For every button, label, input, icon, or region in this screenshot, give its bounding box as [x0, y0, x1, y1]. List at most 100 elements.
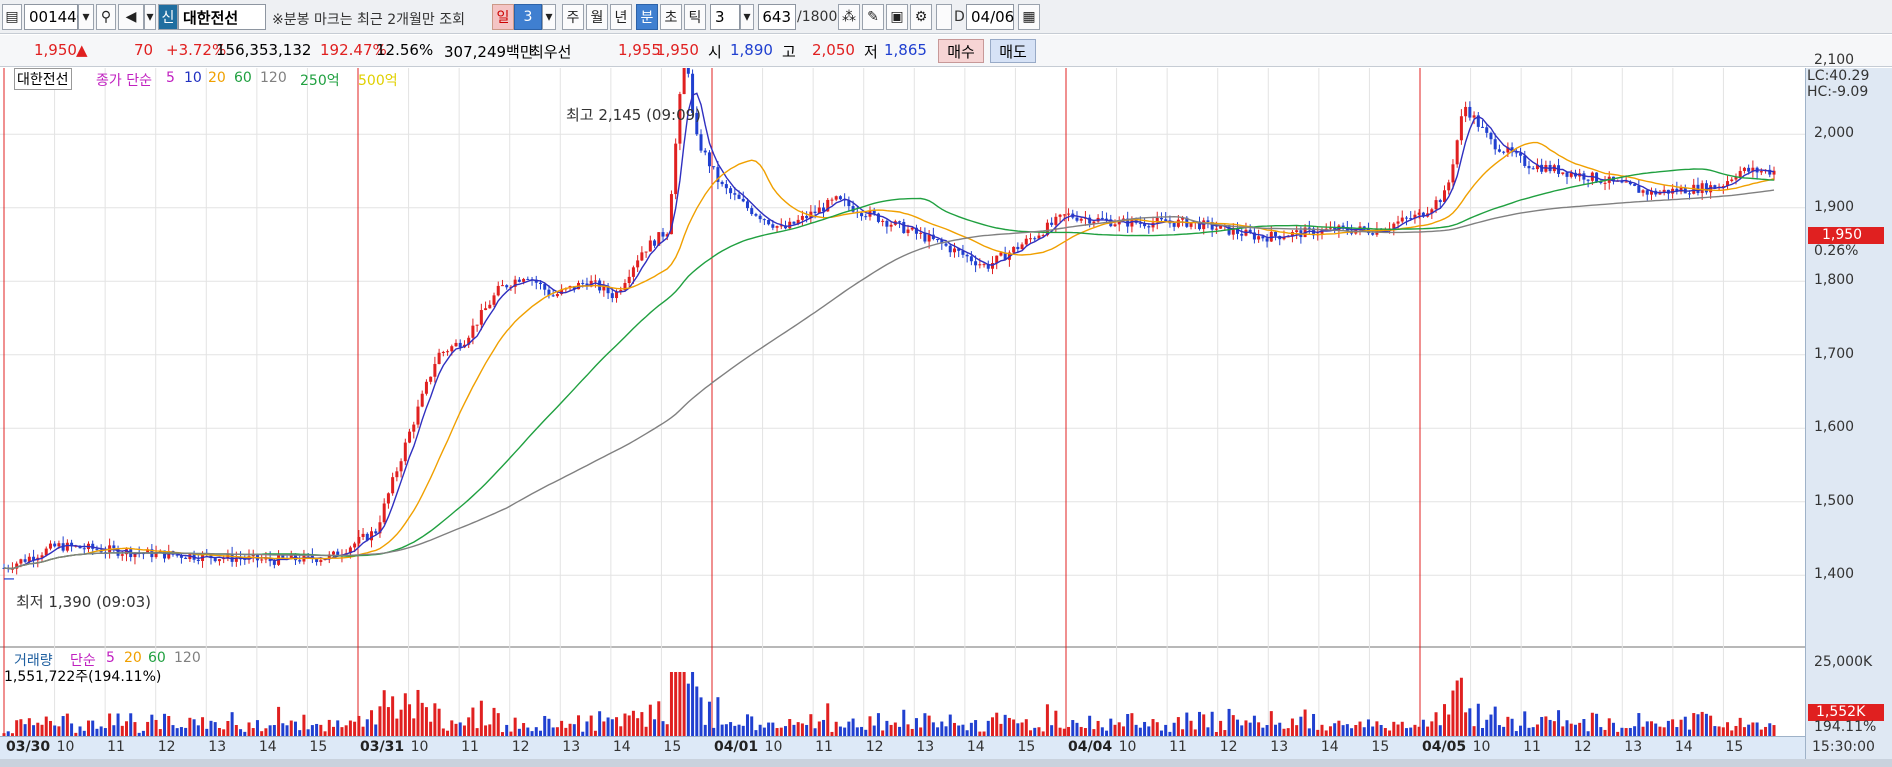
volume-bar — [1633, 726, 1637, 736]
x-tick-label: 14 — [258, 739, 277, 755]
volume-bar — [150, 714, 154, 736]
price-tag: 1,950 — [1808, 227, 1884, 244]
sound-icon[interactable]: ◀ — [118, 4, 144, 30]
volume-bar — [910, 728, 914, 736]
candle — [581, 282, 585, 284]
volume-bar — [1666, 720, 1670, 736]
volume-bar — [974, 720, 978, 736]
candle — [1307, 227, 1311, 229]
tab-year[interactable]: 년 — [610, 4, 632, 30]
volume-bar — [640, 712, 644, 736]
candle — [500, 285, 504, 287]
volume-bar — [1451, 690, 1455, 736]
volume-bar — [1113, 724, 1117, 736]
chevron-down-icon[interactable]: ▾ — [542, 4, 556, 30]
candle — [754, 214, 758, 216]
tab-second[interactable]: 초 — [660, 4, 682, 30]
volume-bar — [843, 727, 847, 736]
volume-bar — [1320, 724, 1324, 736]
candle — [1012, 246, 1016, 253]
count-input[interactable]: 643 — [758, 4, 796, 30]
stock-code-input[interactable]: 001440 — [24, 4, 86, 30]
x-tick-label: 11 — [815, 739, 833, 755]
checkbox[interactable] — [936, 4, 952, 30]
volume-bar — [1413, 724, 1417, 736]
indicator-icon[interactable]: ⁂ — [838, 4, 860, 30]
date-input[interactable]: 04/06 — [966, 4, 1014, 30]
candle — [674, 143, 678, 195]
tab-minute[interactable]: 분 — [636, 4, 658, 30]
candle — [353, 543, 357, 548]
candle — [184, 557, 188, 560]
volume-bar — [923, 713, 927, 736]
horizontal-scrollbar[interactable] — [0, 759, 1892, 767]
volume-bar — [222, 729, 226, 736]
volume-bar — [695, 686, 699, 736]
volume-bar — [1768, 723, 1772, 736]
buy-button[interactable]: 매수 — [938, 39, 984, 63]
candle — [1206, 220, 1210, 222]
candle — [1531, 168, 1535, 170]
price-chart[interactable] — [0, 68, 1892, 767]
candle — [1176, 219, 1180, 227]
tab-month[interactable]: 월 — [586, 4, 608, 30]
open-value: 1,890 — [730, 41, 773, 59]
sell-button[interactable]: 매도 — [990, 39, 1036, 63]
volume-bar — [631, 710, 635, 736]
volume-bar — [1544, 716, 1548, 736]
low-annotation: 최저 1,390 (09:03) — [16, 593, 152, 611]
volume-bar — [860, 726, 864, 736]
candle — [741, 198, 745, 202]
volume-bar — [1464, 712, 1468, 736]
search-icon[interactable]: ⚲ — [96, 4, 116, 30]
volume-bar — [999, 723, 1003, 736]
candle — [1489, 132, 1493, 140]
volume-bar — [1236, 719, 1240, 736]
save-icon[interactable]: ▣ — [886, 4, 908, 30]
candle — [1645, 190, 1649, 195]
best-bid: 1,950 — [656, 41, 699, 59]
volume-bar — [615, 717, 619, 736]
count-max: /1800 — [797, 9, 838, 25]
volume-bar — [855, 727, 859, 736]
candle — [475, 324, 479, 326]
volume-bar — [496, 713, 500, 736]
volume-bar — [691, 672, 695, 736]
candle — [1054, 216, 1058, 225]
volume-bar — [1109, 718, 1113, 736]
volume-bar — [610, 719, 614, 736]
chevron-down-icon[interactable]: ▾ — [740, 4, 754, 30]
volume-bar — [1459, 677, 1463, 736]
x-tick-label: 10 — [56, 739, 75, 755]
tab-tick[interactable]: 틱 — [684, 4, 706, 30]
volume-bar — [1654, 723, 1658, 736]
volume-bar — [750, 716, 754, 736]
volume-bar — [792, 724, 796, 736]
volume-bar — [1333, 723, 1337, 736]
candle — [1159, 217, 1163, 220]
volume-bar — [1510, 718, 1514, 736]
candle — [1527, 165, 1531, 169]
volume-bar — [1561, 726, 1565, 736]
legend-stock-name[interactable]: 대한전선 — [14, 68, 72, 90]
volume-bar — [116, 713, 120, 736]
tab-day[interactable]: 일 — [492, 4, 514, 30]
menu-icon[interactable]: ▤ — [2, 4, 22, 30]
volume-bar — [65, 713, 69, 736]
draw-icon[interactable]: ✎ — [862, 4, 884, 30]
volume-bar — [1747, 724, 1751, 736]
volume-bar — [450, 720, 454, 736]
calendar-icon[interactable]: ▦ — [1018, 4, 1040, 30]
chevron-down-icon[interactable]: ▾ — [144, 4, 156, 30]
day-count[interactable]: 3 — [514, 4, 542, 30]
best-ask: 1,955 — [618, 41, 661, 59]
gear-icon[interactable]: ⚙ — [910, 4, 932, 30]
chart-toolbar: ▤ 001440 ▾ ⚲ ◀ ▾ 신 대한전선 ※분봉 마크는 최근 2개월만 … — [0, 0, 1892, 34]
interval-input[interactable]: 3 — [710, 4, 740, 30]
volume-bar — [133, 722, 137, 736]
candle — [1434, 200, 1438, 210]
stock-name-field[interactable]: 대한전선 — [178, 4, 266, 30]
candle — [315, 558, 319, 563]
tab-week[interactable]: 주 — [562, 4, 584, 30]
chevron-down-icon[interactable]: ▾ — [78, 4, 94, 30]
